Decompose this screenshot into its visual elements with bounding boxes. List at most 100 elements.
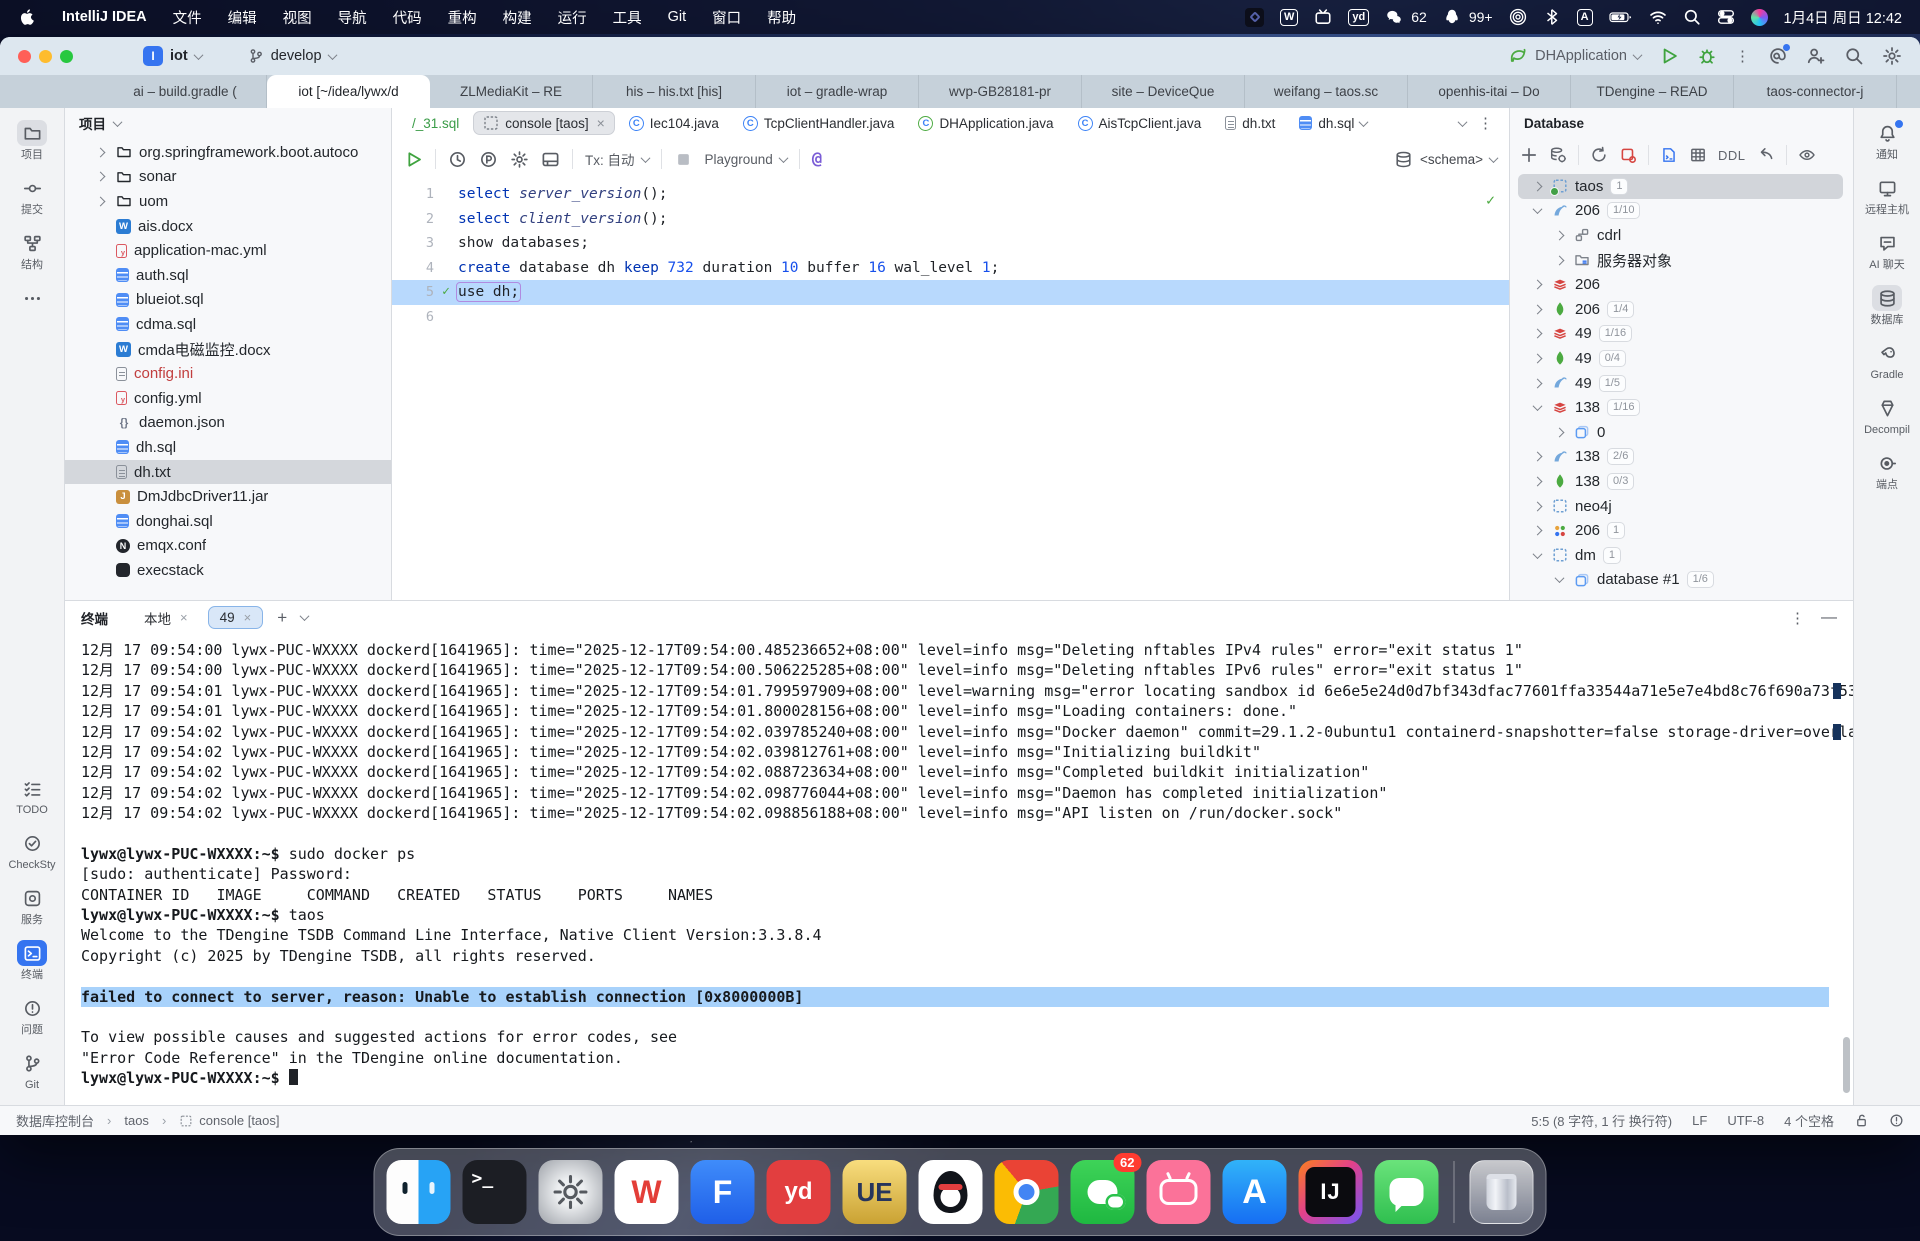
- bluetooth-menubar-icon[interactable]: [1543, 8, 1561, 26]
- chevron-right-icon[interactable]: [1532, 501, 1542, 511]
- dock-icon-intellij[interactable]: IJ: [1299, 1160, 1363, 1224]
- chevron-down-icon[interactable]: [1458, 117, 1468, 127]
- database-tree-row[interactable]: 491/16: [1518, 322, 1843, 347]
- new-datasource-button[interactable]: [1520, 146, 1538, 164]
- tool-strip-item-终端[interactable]: 终端: [3, 934, 61, 987]
- project-tree-row[interactable]: yconfig.yml: [65, 386, 391, 411]
- chevron-down-icon[interactable]: [1359, 117, 1369, 127]
- ddl-button[interactable]: DDL: [1718, 148, 1746, 163]
- database-tree-row[interactable]: taos1: [1518, 174, 1843, 199]
- dock-icon-appstore[interactable]: A: [1223, 1160, 1287, 1224]
- dock-icon-finder[interactable]: [387, 1160, 451, 1224]
- schema-selector[interactable]: <schema>: [1394, 150, 1497, 169]
- chevron-right-icon[interactable]: [1532, 526, 1542, 536]
- tool-strip-item-端点[interactable]: 端点: [1858, 444, 1916, 497]
- chevron-right-icon[interactable]: [1532, 304, 1542, 314]
- database-tree-row[interactable]: 2061/4: [1518, 297, 1843, 322]
- editor-tab-dh-txt[interactable]: dh.txt: [1215, 112, 1285, 135]
- tool-strip-item-服务[interactable]: 服务: [3, 879, 61, 932]
- chevron-right-icon[interactable]: [1551, 232, 1567, 239]
- inspection-ok-icon[interactable]: ✓: [1486, 188, 1495, 213]
- tx-mode-selector[interactable]: Tx: 自动: [585, 149, 649, 169]
- layout-button[interactable]: [541, 150, 560, 169]
- control-center-icon[interactable]: [1717, 8, 1735, 26]
- run-configuration-selector[interactable]: DHApplication: [1508, 46, 1641, 66]
- chevron-right-icon[interactable]: [95, 147, 105, 157]
- tool-strip-item-提交[interactable]: 提交: [3, 169, 61, 222]
- chevron-down-icon[interactable]: [1532, 401, 1542, 411]
- dock-icon-youdao[interactable]: yd: [767, 1160, 831, 1224]
- close-icon[interactable]: ×: [244, 610, 252, 625]
- execute-button[interactable]: [404, 150, 423, 169]
- menu-build[interactable]: 构建: [503, 7, 532, 28]
- project-tree-row[interactable]: uom: [65, 189, 391, 214]
- more-actions-button[interactable]: ⋮: [1735, 47, 1750, 65]
- playground-selector[interactable]: Playground: [705, 152, 787, 167]
- chevron-right-icon[interactable]: [1529, 355, 1545, 362]
- table-view-button[interactable]: [1689, 146, 1707, 164]
- dock-icon-messages[interactable]: [1375, 1160, 1439, 1224]
- history-button[interactable]: [448, 150, 467, 169]
- chevron-right-icon[interactable]: [91, 198, 109, 205]
- siri-icon[interactable]: [1751, 9, 1768, 26]
- console-settings-button[interactable]: [510, 150, 529, 169]
- dock-icon-ultraedit[interactable]: UE: [843, 1160, 907, 1224]
- encoding-widget[interactable]: UTF-8: [1727, 1113, 1764, 1128]
- database-tree-row[interactable]: cdrl: [1518, 223, 1843, 248]
- chevron-down-icon[interactable]: [1529, 404, 1545, 411]
- chevron-right-icon[interactable]: [1554, 255, 1564, 265]
- project-tree-row[interactable]: blueiot.sql: [65, 288, 391, 313]
- window-tab[interactable]: wvp-GB28181-pr: [919, 75, 1082, 108]
- tool-strip-item-结构[interactable]: 结构: [3, 224, 61, 277]
- chevron-right-icon[interactable]: [1529, 330, 1545, 337]
- screenshot-app-icon[interactable]: [1245, 8, 1264, 27]
- project-tree-row[interactable]: JDmJdbcDriver11.jar: [65, 484, 391, 509]
- chevron-right-icon[interactable]: [1532, 329, 1542, 339]
- chevron-right-icon[interactable]: [95, 172, 105, 182]
- chevron-right-icon[interactable]: [1532, 378, 1542, 388]
- disconnect-button[interactable]: [1619, 146, 1637, 164]
- wifi-icon[interactable]: [1649, 8, 1667, 26]
- bilibili-menubar-icon[interactable]: [1314, 8, 1332, 26]
- sql-editor[interactable]: ✓ 1select server_version();2select clien…: [392, 180, 1509, 600]
- window-tab[interactable]: TDengine – READ: [1571, 75, 1734, 108]
- code-line[interactable]: 6: [392, 305, 1509, 330]
- menu-code[interactable]: 代码: [393, 7, 422, 28]
- navigate-arrow-button[interactable]: [1757, 146, 1775, 164]
- dock-icon-chrome[interactable]: [995, 1160, 1059, 1224]
- dock-icon-trash[interactable]: [1470, 1160, 1534, 1224]
- dock-icon-fdoc[interactable]: F: [691, 1160, 755, 1224]
- debug-button[interactable]: [1697, 46, 1717, 66]
- menu-git[interactable]: Git: [668, 9, 687, 25]
- database-tree-row[interactable]: database #11/6: [1518, 568, 1843, 593]
- menu-view[interactable]: 视图: [283, 7, 312, 28]
- project-tree-row[interactable]: config.ini: [65, 361, 391, 386]
- editor-tab-AisTcpClient-java[interactable]: CAisTcpClient.java: [1068, 112, 1212, 135]
- chevron-down-icon[interactable]: [1532, 205, 1542, 215]
- window-tab[interactable]: site – DeviceQue: [1082, 75, 1245, 108]
- project-tree-row[interactable]: dh.txt: [65, 460, 391, 485]
- chevron-right-icon[interactable]: [1532, 354, 1542, 364]
- menu-edit[interactable]: 编辑: [228, 7, 257, 28]
- refresh-button[interactable]: [1590, 146, 1608, 164]
- database-tree-row[interactable]: 1381/16: [1518, 395, 1843, 420]
- run-button[interactable]: [1659, 46, 1679, 66]
- project-tree-row[interactable]: Wais.docx: [65, 214, 391, 239]
- menu-bar-clock[interactable]: 1月4日 周日 12:42: [1784, 7, 1902, 28]
- project-tree-row[interactable]: {}daemon.json: [65, 411, 391, 436]
- chevron-right-icon[interactable]: [1529, 306, 1545, 313]
- project-tree-row[interactable]: org.springframework.boot.autoco: [65, 140, 391, 165]
- menu-help[interactable]: 帮助: [767, 7, 796, 28]
- chevron-right-icon[interactable]: [91, 173, 109, 180]
- database-tree-row[interactable]: neo4j: [1518, 494, 1843, 519]
- project-widget[interactable]: I iot: [143, 46, 202, 66]
- breadcrumb-db-console[interactable]: 数据库控制台: [16, 1111, 94, 1130]
- chevron-right-icon[interactable]: [95, 197, 105, 207]
- window-tab[interactable]: ai – build.gradle (: [104, 75, 267, 108]
- airdrop-menubar-icon[interactable]: [1509, 8, 1527, 26]
- chevron-right-icon[interactable]: [1551, 429, 1567, 436]
- chevron-down-icon[interactable]: [1532, 549, 1542, 559]
- database-tree-row[interactable]: 0: [1518, 420, 1843, 445]
- menu-file[interactable]: 文件: [173, 7, 202, 28]
- menu-intellij-idea[interactable]: IntelliJ IDEA: [62, 9, 147, 25]
